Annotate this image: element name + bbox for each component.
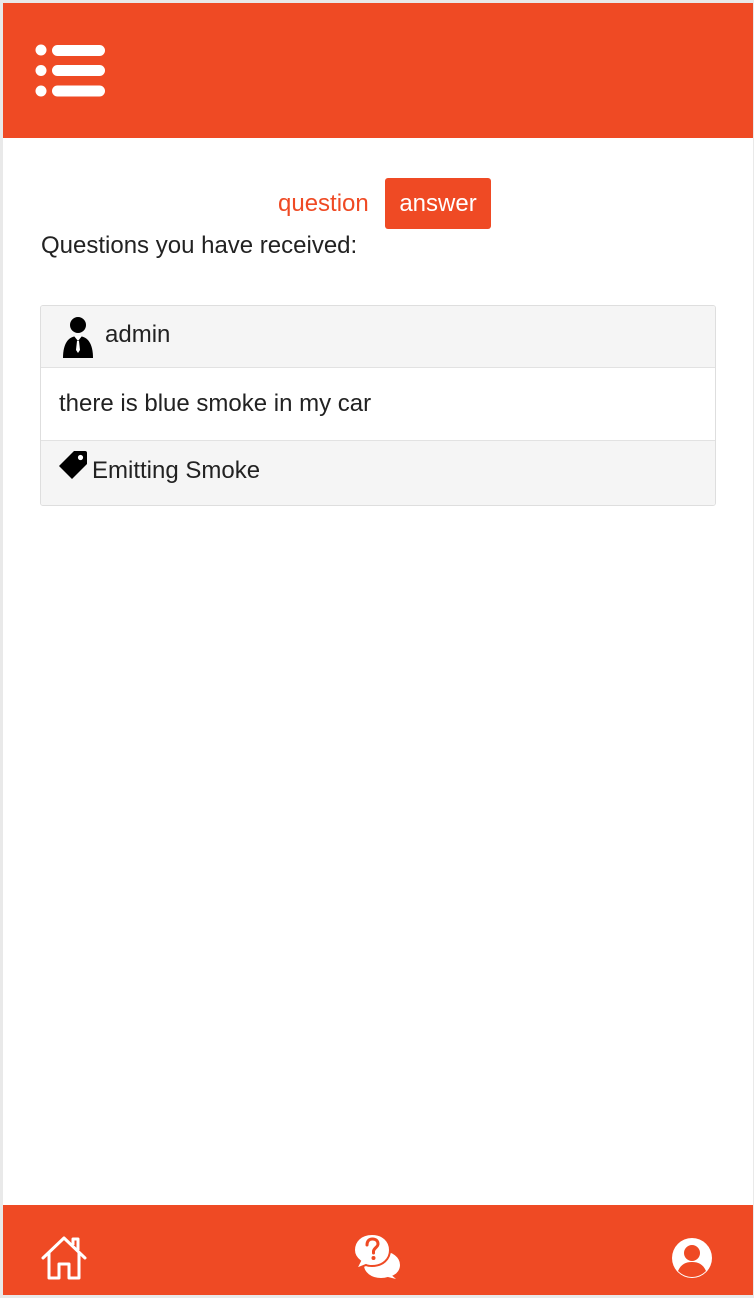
bottom-nav [3,1205,753,1295]
question-chat-icon[interactable] [353,1232,403,1282]
page-heading: Questions you have received: [41,232,358,259]
card-username: admin [105,321,171,348]
tag-icon [58,450,88,480]
tab-bar: question answer [3,178,753,229]
home-icon[interactable] [40,1235,88,1281]
card-header: admin [41,306,715,368]
question-card[interactable]: admin there is blue smoke in my car Emit… [40,305,716,506]
tag-label: Emitting Smoke [92,457,261,484]
app-frame: question answer Questions you have recei… [3,3,753,1295]
question-text: there is blue smoke in my car [59,390,372,417]
tab-answer[interactable]: answer [385,178,491,229]
user-circle-icon[interactable] [671,1237,713,1279]
tab-question[interactable]: question [273,178,374,229]
user-icon [61,316,95,358]
list-menu-icon[interactable] [34,43,106,98]
card-footer: Emitting Smoke [41,440,715,505]
card-body: there is blue smoke in my car [41,368,715,440]
top-bar [3,3,753,138]
